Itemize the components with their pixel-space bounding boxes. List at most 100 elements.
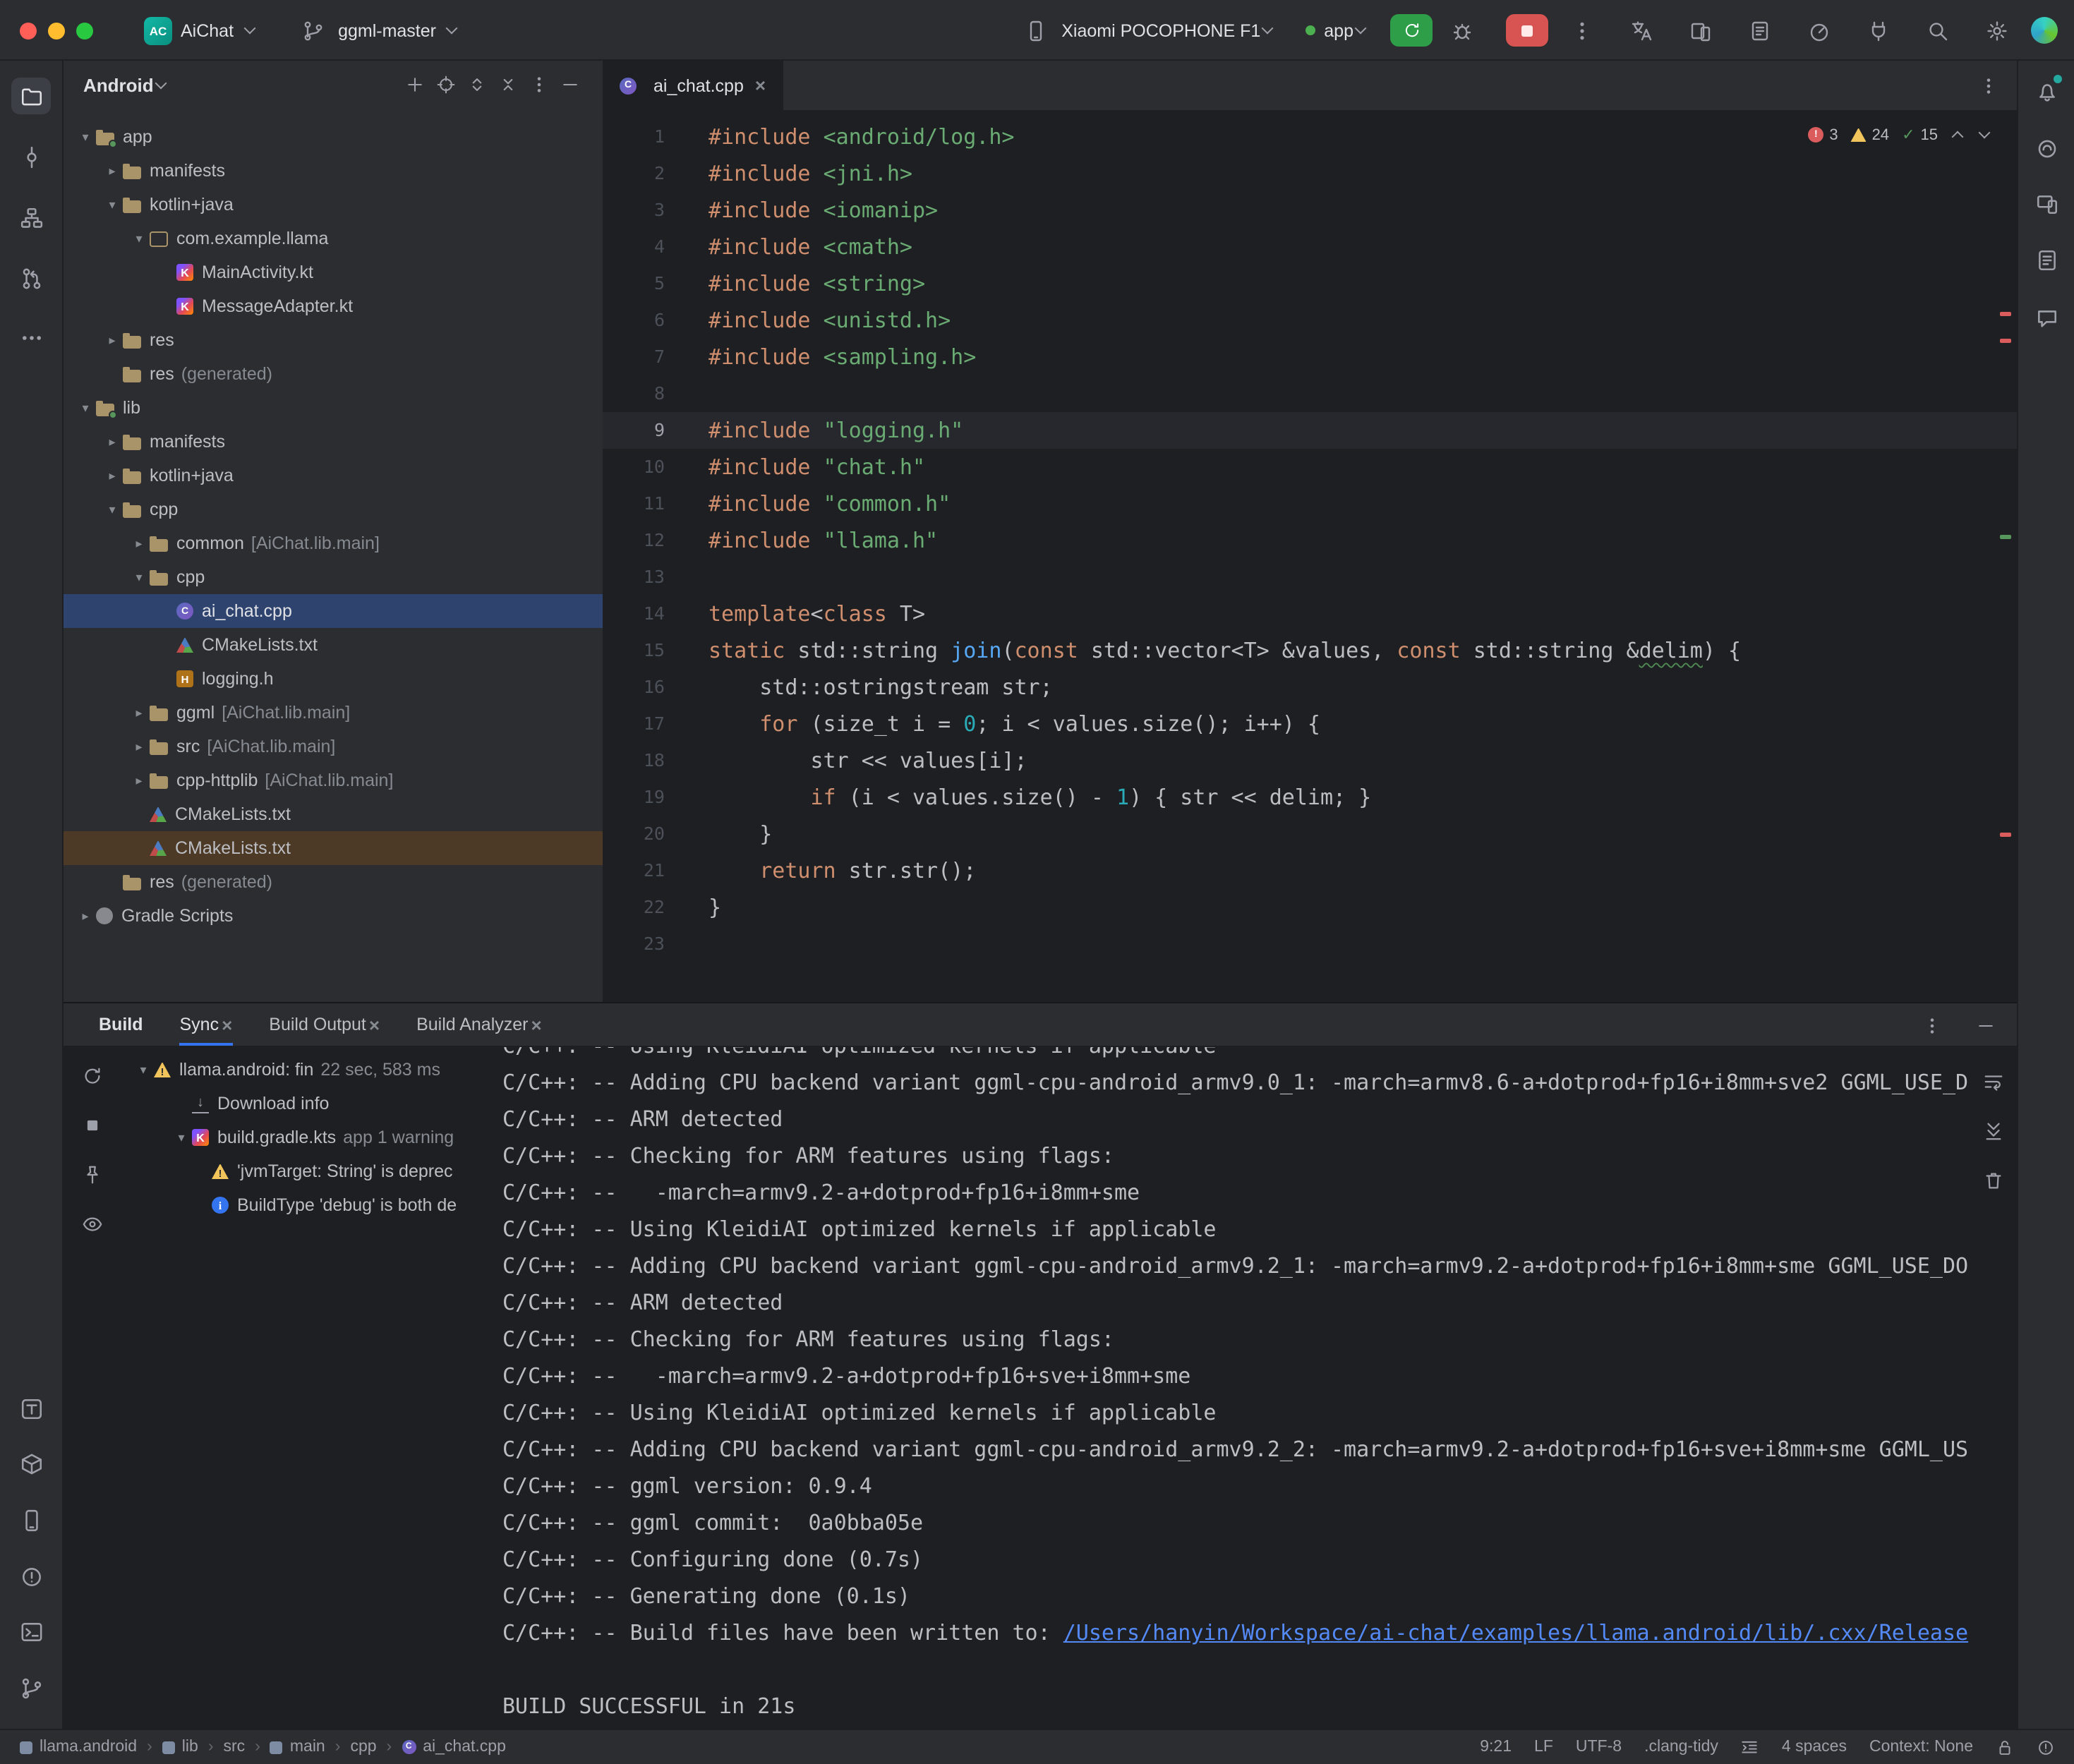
profiler-icon[interactable]: [1802, 13, 1836, 47]
warning-count[interactable]: 24: [1851, 126, 1890, 143]
commit-button[interactable]: [11, 138, 51, 175]
breadcrumb-item[interactable]: lib: [162, 1739, 198, 1756]
structure-button[interactable]: [11, 199, 51, 236]
build-tree-item[interactable]: 'jvmTarget: String' is deprec: [120, 1154, 501, 1188]
stop-sync-icon[interactable]: [75, 1108, 109, 1142]
more-actions-icon[interactable]: [1565, 13, 1599, 47]
build-panel-title[interactable]: Build: [99, 1015, 143, 1034]
tree-item[interactable]: ▾lib: [64, 391, 603, 425]
tree-item[interactable]: ▾app: [64, 120, 603, 154]
project-selector[interactable]: AC AiChat: [144, 16, 256, 44]
logcat-icon[interactable]: [1743, 13, 1777, 47]
terminal-button[interactable]: [11, 1613, 51, 1650]
previous-problem-icon[interactable]: [1952, 131, 1964, 143]
tree-item[interactable]: ▸kotlin+java: [64, 459, 603, 493]
translate-icon[interactable]: [1624, 13, 1658, 47]
tree-item[interactable]: MessageAdapter.kt: [64, 289, 603, 323]
add-icon[interactable]: [399, 69, 430, 100]
notifications-button[interactable]: [2027, 72, 2066, 109]
close-icon[interactable]: [222, 1014, 232, 1035]
tree-item[interactable]: CMakeLists.txt: [64, 628, 603, 662]
passed-count[interactable]: 15: [1902, 126, 1938, 144]
hide-build-panel-icon[interactable]: [1969, 1009, 2003, 1043]
close-window-button[interactable]: [20, 22, 37, 39]
code-area[interactable]: 1#include <android/log.h>2#include <jni.…: [603, 111, 2017, 1002]
pin-icon[interactable]: [75, 1157, 109, 1191]
device-mirroring-icon[interactable]: [1684, 13, 1718, 47]
plugins-icon[interactable]: [1862, 13, 1895, 47]
tree-item[interactable]: CMakeLists.txt: [64, 831, 603, 865]
tree-item[interactable]: ▸cpp-httplib[AiChat.lib.main]: [64, 763, 603, 797]
tree-item[interactable]: ▸Gradle Scripts: [64, 899, 603, 933]
tree-item[interactable]: ▾cpp: [64, 493, 603, 526]
tree-item[interactable]: res(generated): [64, 865, 603, 899]
close-icon[interactable]: [369, 1014, 380, 1035]
error-highlight-icon[interactable]: [2037, 1738, 2055, 1756]
breadcrumb-item[interactable]: llama.android: [20, 1739, 137, 1756]
tree-item[interactable]: ▸manifests: [64, 425, 603, 459]
device-manager-button[interactable]: [2027, 185, 2066, 222]
soft-wrap-icon[interactable]: [1976, 1064, 2010, 1098]
breadcrumb-item[interactable]: main: [270, 1739, 325, 1756]
problems-button[interactable]: [11, 1558, 51, 1595]
branch-selector[interactable]: ggml-master: [296, 13, 459, 47]
app-insights-button[interactable]: [2027, 299, 2066, 336]
debug-icon[interactable]: [1445, 13, 1479, 47]
hide-panel-icon[interactable]: [555, 69, 586, 100]
logcat-button[interactable]: [2027, 241, 2066, 278]
indent-size[interactable]: 4 spaces: [1782, 1739, 1847, 1756]
build-tree-item[interactable]: ▾build.gradle.ktsapp 1 warning: [120, 1120, 501, 1154]
device-selector[interactable]: Xiaomi POCOPHONE F1: [1061, 20, 1260, 40]
project-view-selector[interactable]: Android: [83, 74, 154, 95]
tree-item[interactable]: res(generated): [64, 357, 603, 391]
tree-item[interactable]: ▸ggml[AiChat.lib.main]: [64, 696, 603, 730]
version-control-button[interactable]: [11, 1669, 51, 1706]
tree-item[interactable]: ▸common[AiChat.lib.main]: [64, 526, 603, 560]
line-separator[interactable]: LF: [1534, 1739, 1553, 1756]
device-explorer-button[interactable]: [11, 1445, 51, 1482]
tree-item[interactable]: ▸manifests: [64, 154, 603, 188]
build-output-link[interactable]: /Users/hanyin/Workspace/ai-chat/examples…: [1063, 1620, 1968, 1645]
settings-icon[interactable]: [1980, 13, 2014, 47]
context-widget[interactable]: Context: None: [1869, 1739, 1973, 1756]
tree-item[interactable]: ▸res: [64, 323, 603, 357]
lock-icon[interactable]: [1996, 1738, 2014, 1756]
error-stripe-mark[interactable]: [2000, 833, 2011, 837]
clang-tidy-widget[interactable]: .clang-tidy: [1644, 1739, 1718, 1756]
options-icon[interactable]: [524, 69, 555, 100]
caret-position[interactable]: 9:21: [1480, 1739, 1512, 1756]
more-button[interactable]: [11, 319, 51, 356]
pull-requests-button[interactable]: [11, 260, 51, 296]
change-stripe-mark[interactable]: [2000, 535, 2011, 539]
resync-icon[interactable]: [75, 1058, 109, 1092]
indent-icon[interactable]: [1741, 1738, 1759, 1756]
breadcrumb-item[interactable]: cpp: [350, 1739, 376, 1756]
breadcrumb-item[interactable]: ai_chat.cpp: [402, 1739, 506, 1756]
minimize-window-button[interactable]: [48, 22, 65, 39]
tree-item[interactable]: ▾kotlin+java: [64, 188, 603, 222]
build-options-icon[interactable]: [1915, 1009, 1949, 1043]
tree-item[interactable]: ▾cpp: [64, 560, 603, 594]
tree-item[interactable]: ▸src[AiChat.lib.main]: [64, 730, 603, 763]
select-opened-file-icon[interactable]: [430, 69, 462, 100]
zoom-window-button[interactable]: [76, 22, 93, 39]
editor-options-icon[interactable]: [1972, 69, 2006, 103]
resource-manager-button[interactable]: [11, 1390, 51, 1427]
file-encoding[interactable]: UTF-8: [1576, 1739, 1622, 1756]
close-icon[interactable]: [755, 75, 766, 96]
error-stripe-mark[interactable]: [2000, 312, 2011, 316]
gradle-button[interactable]: [2027, 130, 2066, 167]
build-tree-item[interactable]: BuildType 'debug' is both de: [120, 1188, 501, 1222]
error-count[interactable]: 3: [1808, 126, 1838, 143]
tree-item[interactable]: CMakeLists.txt: [64, 797, 603, 831]
project-folder-button[interactable]: [11, 78, 51, 114]
tab-sync[interactable]: Sync: [180, 1003, 233, 1046]
show-details-icon[interactable]: [75, 1207, 109, 1240]
expand-all-icon[interactable]: [462, 69, 493, 100]
close-icon[interactable]: [531, 1014, 542, 1035]
tree-item[interactable]: MainActivity.kt: [64, 255, 603, 289]
build-console[interactable]: C/C++: -- Using KleidiAI optimized kerne…: [502, 1047, 1969, 1729]
collapse-all-icon[interactable]: [493, 69, 524, 100]
clear-console-icon[interactable]: [1976, 1163, 2010, 1197]
tab-build-output[interactable]: Build Output: [269, 1003, 380, 1046]
